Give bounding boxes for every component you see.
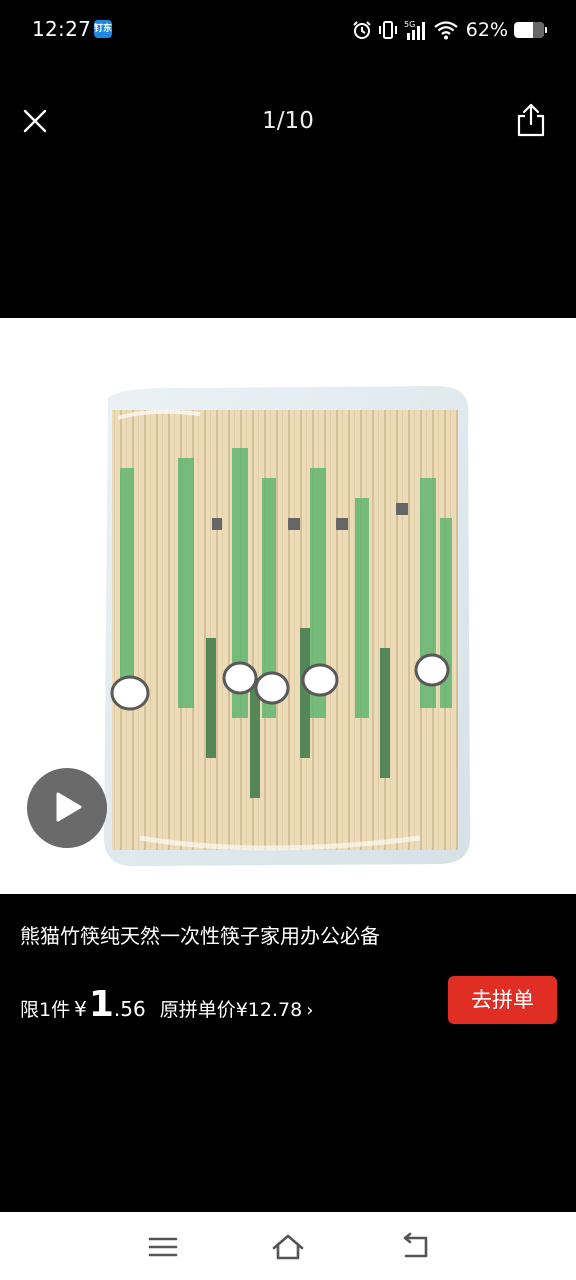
status-bar: 12:27 钉东 5G 62% [0,0,576,62]
battery-icon [514,22,547,38]
product-title: 熊猫竹筷纯天然一次性筷子家用办公必备 [20,924,380,948]
price-row: 限1件 ¥ 1 .56 原拼单价¥12.78 › [20,984,313,1028]
vibrate-icon [378,21,397,39]
price-decimal: .56 [113,997,146,1021]
cellular-signal-icon: 5G [404,20,425,40]
play-icon [56,792,82,822]
wifi-icon [434,21,458,40]
group-buy-button[interactable]: 去拼单 [448,976,557,1024]
share-icon[interactable] [514,102,548,138]
home-icon[interactable] [268,1232,308,1262]
status-time: 12:27 [32,17,92,41]
network-label: 5G [404,20,415,29]
original-price-text: 原拼单价¥12.78 [159,999,303,1021]
back-icon[interactable] [396,1232,436,1262]
original-price-link[interactable]: 原拼单价¥12.78 › [160,995,314,1022]
status-indicators: 5G 62% [352,17,547,43]
viewer-top-bar: 1/10 [0,90,576,154]
image-counter: 1/10 [262,108,314,134]
currency-symbol: ¥ [74,997,87,1021]
limit-label: 限1件 [20,999,71,1021]
system-nav-bar [0,1212,576,1280]
menu-icon[interactable] [144,1232,184,1262]
play-video-button[interactable] [27,768,107,848]
price-integer: 1 [88,984,114,1025]
app-notification-icon: 钉东 [94,20,112,38]
chevron-right-icon: › [306,1000,314,1021]
battery-percent: 62% [465,19,508,41]
alarm-icon [353,21,371,39]
